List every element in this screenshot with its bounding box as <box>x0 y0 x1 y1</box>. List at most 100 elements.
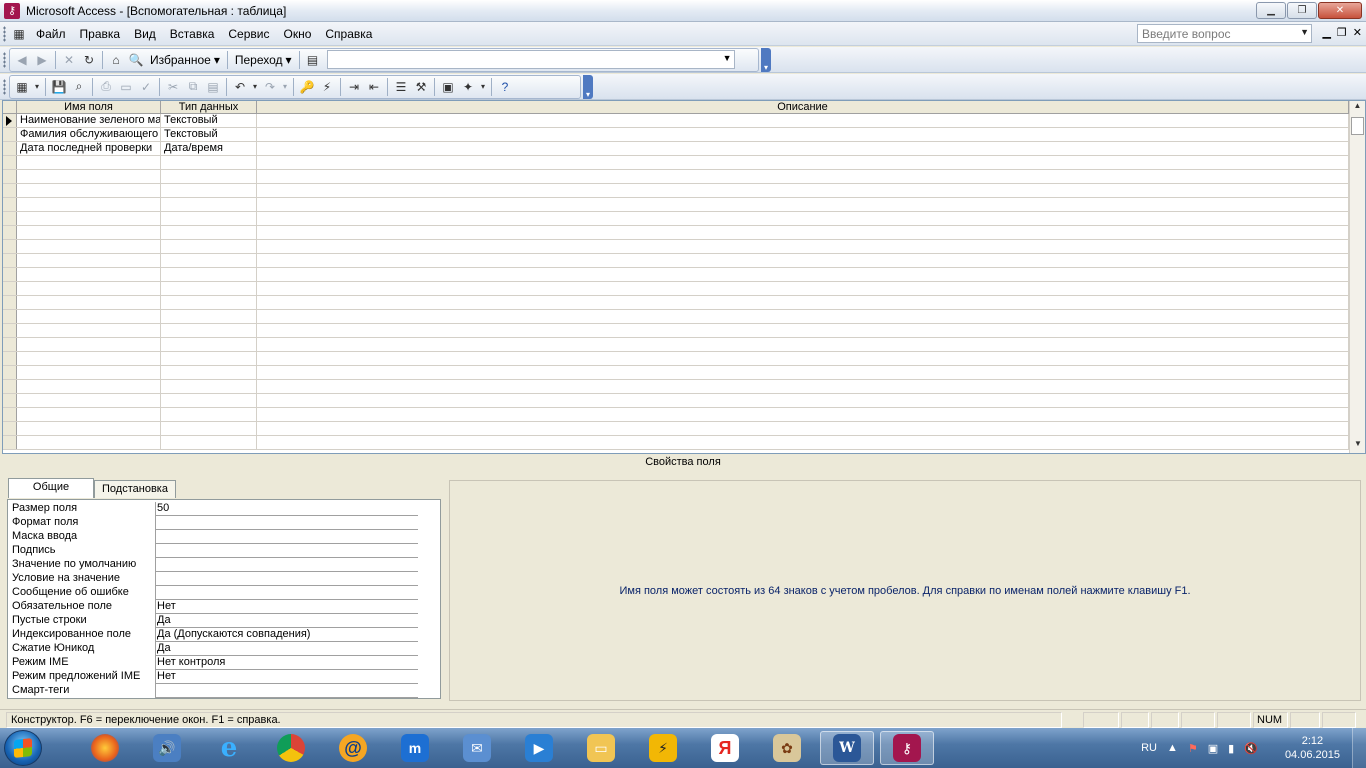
data-type-cell[interactable] <box>161 296 257 309</box>
build-icon[interactable]: ⚒ <box>411 77 431 97</box>
table-row[interactable] <box>3 408 1365 422</box>
table-row[interactable] <box>3 212 1365 226</box>
description-cell[interactable] <box>257 422 1349 435</box>
back-icon[interactable]: ◀ <box>12 50 32 70</box>
property-value[interactable]: Нет <box>155 600 418 614</box>
data-type-cell[interactable] <box>161 184 257 197</box>
row-selector[interactable] <box>3 128 17 141</box>
close-button[interactable]: ✕ <box>1318 2 1362 19</box>
data-type-cell[interactable] <box>161 310 257 323</box>
toolbar-options-icon[interactable]: ▾ <box>583 74 593 99</box>
copy-icon[interactable]: ⧉ <box>183 77 203 97</box>
row-selector[interactable] <box>3 324 17 337</box>
network-signal-icon[interactable]: ▮ <box>1228 742 1234 755</box>
view-icon[interactable]: ▦ <box>12 77 32 97</box>
field-name-cell[interactable] <box>17 184 161 197</box>
data-type-cell[interactable] <box>161 338 257 351</box>
doc-restore-icon[interactable]: ❐ <box>1337 26 1347 39</box>
menu-insert[interactable]: Вставка <box>163 25 222 43</box>
field-name-cell[interactable] <box>17 324 161 337</box>
language-indicator[interactable]: RU <box>1141 742 1157 754</box>
data-type-cell[interactable] <box>161 394 257 407</box>
row-selector[interactable] <box>3 156 17 169</box>
row-selector[interactable] <box>3 254 17 267</box>
field-name-cell[interactable] <box>17 226 161 239</box>
row-selector[interactable] <box>3 170 17 183</box>
taskbar-access[interactable]: ⚷ <box>880 731 934 765</box>
paste-icon[interactable]: ▤ <box>203 77 223 97</box>
start-button[interactable] <box>4 730 42 766</box>
table-row[interactable] <box>3 156 1365 170</box>
taskbar-firefox[interactable] <box>78 731 132 765</box>
description-cell[interactable] <box>257 324 1349 337</box>
access-app-icon[interactable]: ⚷ <box>4 2 20 19</box>
data-type-cell[interactable] <box>161 422 257 435</box>
table-row[interactable] <box>3 352 1365 366</box>
favorites-button[interactable]: Избранное ▾ <box>146 53 224 67</box>
table-row[interactable] <box>3 184 1365 198</box>
field-name-cell[interactable] <box>17 170 161 183</box>
row-selector[interactable] <box>3 198 17 211</box>
print-preview-icon[interactable]: ▭ <box>116 77 136 97</box>
field-name-cell[interactable] <box>17 254 161 267</box>
table-row[interactable] <box>3 422 1365 436</box>
property-value[interactable] <box>155 586 418 600</box>
print-icon[interactable]: ⎙ <box>96 77 116 97</box>
tab-lookup[interactable]: Подстановка <box>94 480 176 498</box>
table-row[interactable] <box>3 310 1365 324</box>
chevron-down-icon[interactable]: ▼ <box>1300 27 1309 37</box>
row-selector-header[interactable] <box>3 101 17 113</box>
show-hidden-icons-icon[interactable]: ▲ <box>1167 742 1178 754</box>
row-selector[interactable] <box>3 212 17 225</box>
data-type-cell[interactable] <box>161 198 257 211</box>
property-value[interactable]: Да (Допускаются совпадения) <box>155 628 418 642</box>
row-selector[interactable] <box>3 296 17 309</box>
chevron-down-icon[interactable]: ▼ <box>723 53 732 63</box>
menu-grip[interactable] <box>3 25 6 42</box>
description-cell[interactable] <box>257 282 1349 295</box>
file-search-icon[interactable]: ⌕ <box>69 77 89 97</box>
row-selector[interactable] <box>3 184 17 197</box>
caret-down-icon[interactable]: ▾ <box>32 77 42 97</box>
toolbar-grip[interactable] <box>3 78 6 95</box>
description-cell[interactable] <box>257 366 1349 379</box>
data-type-cell[interactable] <box>161 408 257 421</box>
taskbar-ie[interactable]: e <box>202 731 256 765</box>
property-value[interactable] <box>155 530 418 544</box>
insert-rows-icon[interactable]: ⇥ <box>344 77 364 97</box>
row-selector[interactable] <box>3 114 17 127</box>
volume-icon[interactable]: 🔇 <box>1244 742 1258 755</box>
data-type-cell[interactable] <box>161 380 257 393</box>
delete-rows-icon[interactable]: ⇤ <box>364 77 384 97</box>
scroll-thumb[interactable] <box>1351 117 1364 135</box>
field-name-cell[interactable] <box>17 268 161 281</box>
data-type-cell[interactable] <box>161 254 257 267</box>
property-value[interactable]: Нет контроля <box>155 656 418 670</box>
toolbar-options-icon[interactable]: ▾ <box>761 47 771 72</box>
data-type-cell[interactable] <box>161 240 257 253</box>
address-combo[interactable]: ▼ <box>326 50 735 69</box>
row-selector[interactable] <box>3 436 17 449</box>
minimize-button[interactable]: ▁ <box>1256 2 1286 19</box>
data-type-cell[interactable] <box>161 436 257 449</box>
description-cell[interactable] <box>257 198 1349 211</box>
menu-view[interactable]: Вид <box>127 25 163 43</box>
data-type-cell[interactable] <box>161 352 257 365</box>
menu-tools[interactable]: Сервис <box>221 25 276 43</box>
data-type-cell[interactable]: Текстовый <box>161 114 257 127</box>
table-row[interactable] <box>3 338 1365 352</box>
new-object-icon[interactable]: ✦ <box>458 77 478 97</box>
description-cell[interactable] <box>257 268 1349 281</box>
property-value[interactable]: Да <box>155 614 418 628</box>
taskbar-mail-agent[interactable]: @ <box>326 731 380 765</box>
table-row[interactable] <box>3 296 1365 310</box>
data-type-cell[interactable] <box>161 366 257 379</box>
search-web-icon[interactable]: 🔍 <box>126 50 146 70</box>
field-name-cell[interactable] <box>17 422 161 435</box>
device-icon[interactable]: ▣ <box>1208 742 1218 755</box>
table-row[interactable] <box>3 436 1365 450</box>
description-cell[interactable] <box>257 142 1349 155</box>
data-type-cell[interactable] <box>161 156 257 169</box>
row-selector[interactable] <box>3 226 17 239</box>
table-row[interactable] <box>3 394 1365 408</box>
